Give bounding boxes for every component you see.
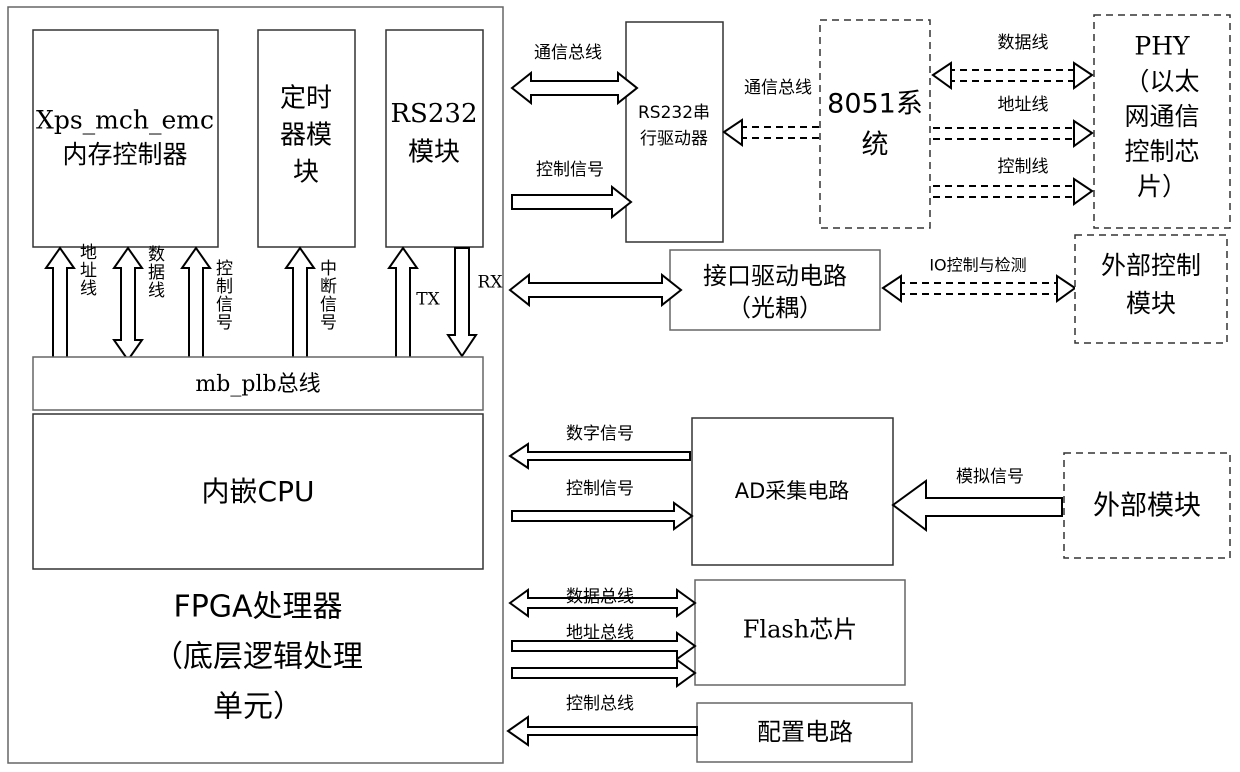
label-interrupt-signal: 中断信号 bbox=[316, 259, 337, 331]
block-phy-label-3: 网通信 bbox=[1124, 102, 1199, 131]
block-diagram: Xps_mch_emc 内存控制器 定时 器模 块 RS232 模块 地址线 数… bbox=[0, 0, 1240, 772]
label-tx: TX bbox=[416, 290, 440, 310]
block-timer-module-label-3: 块 bbox=[293, 158, 319, 188]
block-xps-mch-emc bbox=[32, 29, 219, 248]
label-digital-signal: 数字信号 bbox=[566, 424, 634, 444]
label-io-control-detect: IO控制与检测 bbox=[929, 256, 1026, 275]
block-flash-chip-label: Flash芯片 bbox=[743, 616, 857, 644]
block-interface-driver-label-1: 接口驱动电路 bbox=[703, 262, 847, 290]
block-config-circuit-label: 配置电路 bbox=[757, 718, 853, 746]
arrow-control-signal-rs232 bbox=[511, 184, 633, 220]
label-analog-signal: 模拟信号 bbox=[956, 467, 1024, 487]
label-control-wire: 控制线 bbox=[998, 157, 1049, 177]
arrow-control-bus bbox=[511, 658, 697, 688]
block-xps-mch-emc-label-1: Xps_mch_emc bbox=[36, 106, 214, 135]
block-8051-system bbox=[819, 19, 931, 229]
label-control-signal-rs232: 控制信号 bbox=[536, 160, 604, 180]
arrow-control-wire bbox=[933, 177, 1094, 206]
block-rs232-module-label-2: 模块 bbox=[408, 138, 460, 168]
label-comm-bus-left: 通信总线 bbox=[534, 43, 602, 63]
block-phy-label-4: 控制芯 bbox=[1124, 137, 1199, 166]
block-mb-plb-bus-label: mb_plb总线 bbox=[195, 372, 320, 397]
arrow-address-wire bbox=[933, 119, 1094, 148]
block-timer-module-label-1: 定时 bbox=[280, 84, 332, 114]
arrow-comm-bus-right bbox=[722, 118, 819, 147]
label-control-signal-ad: 控制信号 bbox=[566, 479, 634, 499]
block-rs232-serial-driver-label-1: RS232串 bbox=[638, 103, 710, 123]
label-comm-bus-right: 通信总线 bbox=[744, 78, 812, 98]
diagram-canvas: Xps_mch_emc 内存控制器 定时 器模 块 RS232 模块 地址线 数… bbox=[7, 6, 1231, 764]
block-8051-system-label-2: 统 bbox=[862, 130, 889, 161]
label-data-line: 数据线 bbox=[144, 245, 165, 299]
label-address-bus: 地址总线 bbox=[566, 623, 634, 643]
label-rx: RX bbox=[478, 273, 504, 293]
label-control-bus: 控制总线 bbox=[566, 694, 634, 714]
arrow-data-wire bbox=[931, 61, 1094, 90]
arrow-control-signal-ad bbox=[511, 501, 694, 531]
label-control-signal-emc: 控制信号 bbox=[212, 259, 233, 331]
arrow-interface-driver-link bbox=[508, 272, 683, 308]
block-timer-module-label-2: 器模 bbox=[280, 121, 332, 151]
fpga-caption-line-2: （底层逻辑处理 bbox=[153, 640, 363, 675]
block-phy-label-2: （以太 bbox=[1124, 67, 1199, 96]
label-address-line-c1: 地址线 bbox=[76, 243, 97, 297]
arrow-comm-bus-left bbox=[510, 70, 639, 106]
block-interface-driver-label-2: （光耦） bbox=[727, 294, 823, 322]
block-external-module-label: 外部模块 bbox=[1093, 491, 1201, 522]
block-ad-acquisition-label: AD采集电路 bbox=[735, 479, 850, 503]
arrow-analog-signal bbox=[891, 479, 1063, 533]
fpga-caption-line-3: 单元） bbox=[213, 690, 303, 725]
block-external-control-module-label-1: 外部控制 bbox=[1101, 251, 1201, 280]
block-8051-system-label-1: 8051系 bbox=[827, 89, 923, 120]
label-data-wire: 数据线 bbox=[998, 33, 1049, 53]
block-rs232-module-label-1: RS232 bbox=[390, 99, 477, 129]
arrow-digital-signal bbox=[508, 442, 691, 470]
arrow-io-control-detect bbox=[881, 274, 1077, 303]
fpga-caption-line-1: FPGA处理器 bbox=[173, 590, 342, 625]
block-xps-mch-emc-label-2: 内存控制器 bbox=[62, 140, 187, 169]
block-external-control-module-label-2: 模块 bbox=[1126, 289, 1176, 318]
block-phy-label-1: PHY bbox=[1134, 32, 1190, 61]
label-data-bus: 数据总线 bbox=[566, 587, 634, 607]
block-rs232-serial-driver-label-2: 行驱动器 bbox=[640, 129, 708, 149]
block-embedded-cpu-label: 内嵌CPU bbox=[202, 475, 315, 508]
label-address-wire: 地址线 bbox=[998, 95, 1049, 115]
block-phy-label-5: 片） bbox=[1137, 172, 1187, 201]
arrow-config-link bbox=[506, 715, 698, 747]
